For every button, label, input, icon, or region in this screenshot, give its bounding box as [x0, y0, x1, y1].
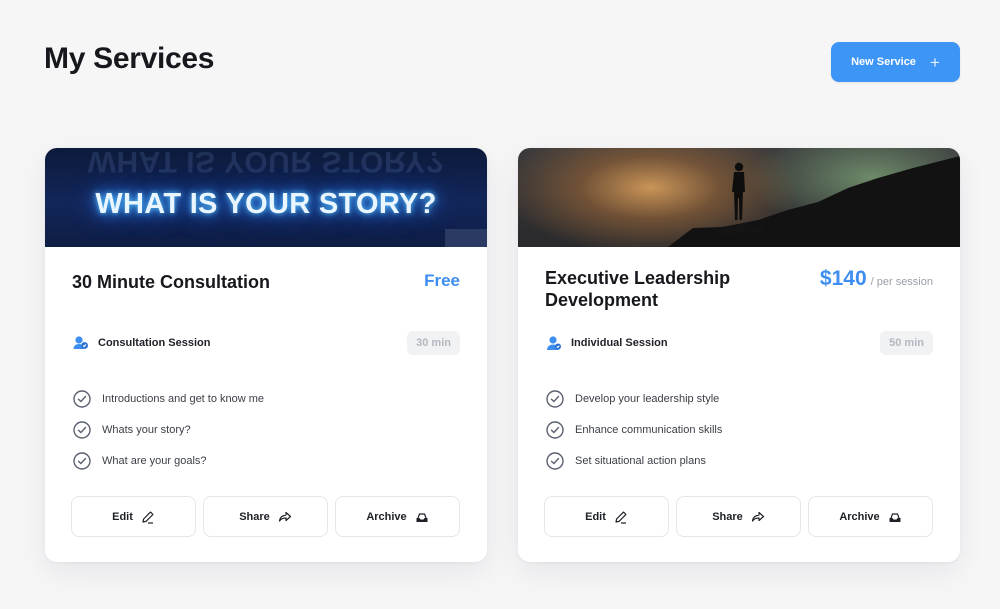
archive-label: Archive: [839, 510, 880, 523]
plus-icon: +: [929, 52, 940, 72]
archive-label: Archive: [366, 510, 407, 523]
feature-text: Set situational action plans: [575, 454, 706, 467]
edit-button[interactable]: Edit: [544, 496, 669, 537]
edit-label: Edit: [112, 510, 133, 523]
archive-icon: [415, 510, 429, 524]
card-actions: Edit Share Archive: [544, 496, 933, 537]
new-service-button[interactable]: New Service +: [831, 42, 960, 82]
users-icon: [72, 334, 90, 352]
archive-icon: [888, 510, 902, 524]
feature-text: Introductions and get to know me: [102, 392, 265, 405]
feature-item: Enhance communication skills: [545, 414, 933, 445]
share-icon: [278, 510, 292, 524]
edit-label: Edit: [585, 510, 606, 523]
service-title: 30 Minute Consultation: [72, 272, 270, 292]
share-button[interactable]: Share: [203, 496, 328, 537]
feature-list: Introductions and get to know me Whats y…: [72, 383, 460, 476]
feature-text: Whats your story?: [102, 423, 191, 436]
duration-badge: 30 min: [407, 331, 460, 355]
check-circle-icon: [545, 420, 565, 440]
price-unit: / per session: [870, 276, 933, 288]
service-title: Executive Leadership Development: [545, 268, 731, 310]
person-icon: [545, 334, 563, 352]
share-label: Share: [239, 510, 270, 523]
share-label: Share: [712, 510, 743, 523]
archive-button[interactable]: Archive: [335, 496, 460, 537]
feature-text: Develop your leadership style: [575, 392, 720, 405]
check-circle-icon: [72, 389, 92, 409]
pencil-icon: [141, 510, 155, 524]
hero-neon-text: WHAT IS YOUR STORY?: [95, 188, 437, 220]
service-price: $140: [819, 267, 867, 290]
edit-button[interactable]: Edit: [71, 496, 196, 537]
feature-item: Whats your story?: [72, 414, 460, 445]
session-type: Consultation Session: [98, 337, 211, 349]
service-card: WHAT IS YOUR STORY? WHAT IS YOUR STORY? …: [45, 148, 487, 562]
feature-list: Develop your leadership style Enhance co…: [545, 383, 933, 476]
share-button[interactable]: Share: [676, 496, 801, 537]
feature-item: Introductions and get to know me: [72, 383, 460, 414]
hero-decoration: [445, 229, 487, 247]
service-hero-image: [518, 148, 960, 247]
share-icon: [751, 510, 765, 524]
feature-item: Develop your leadership style: [545, 383, 933, 414]
check-circle-icon: [545, 389, 565, 409]
session-type: Individual Session: [571, 337, 668, 349]
check-circle-icon: [72, 420, 92, 440]
service-price: Free: [424, 271, 460, 290]
feature-item: Set situational action plans: [545, 445, 933, 476]
service-hero-image: WHAT IS YOUR STORY? WHAT IS YOUR STORY?: [45, 148, 487, 247]
pencil-icon: [614, 510, 628, 524]
service-card: Executive Leadership Development $140 / …: [518, 148, 960, 562]
new-service-label: New Service: [851, 56, 916, 68]
card-actions: Edit Share Archive: [71, 496, 460, 537]
feature-item: What are your goals?: [72, 445, 460, 476]
silhouette-landscape-image: [668, 156, 960, 247]
page-title: My Services: [44, 42, 215, 75]
check-circle-icon: [72, 451, 92, 471]
feature-text: Enhance communication skills: [575, 423, 723, 436]
hero-reflection: WHAT IS YOUR STORY?: [87, 148, 445, 178]
feature-text: What are your goals?: [102, 454, 207, 467]
duration-badge: 50 min: [880, 331, 933, 355]
check-circle-icon: [545, 451, 565, 471]
archive-button[interactable]: Archive: [808, 496, 933, 537]
